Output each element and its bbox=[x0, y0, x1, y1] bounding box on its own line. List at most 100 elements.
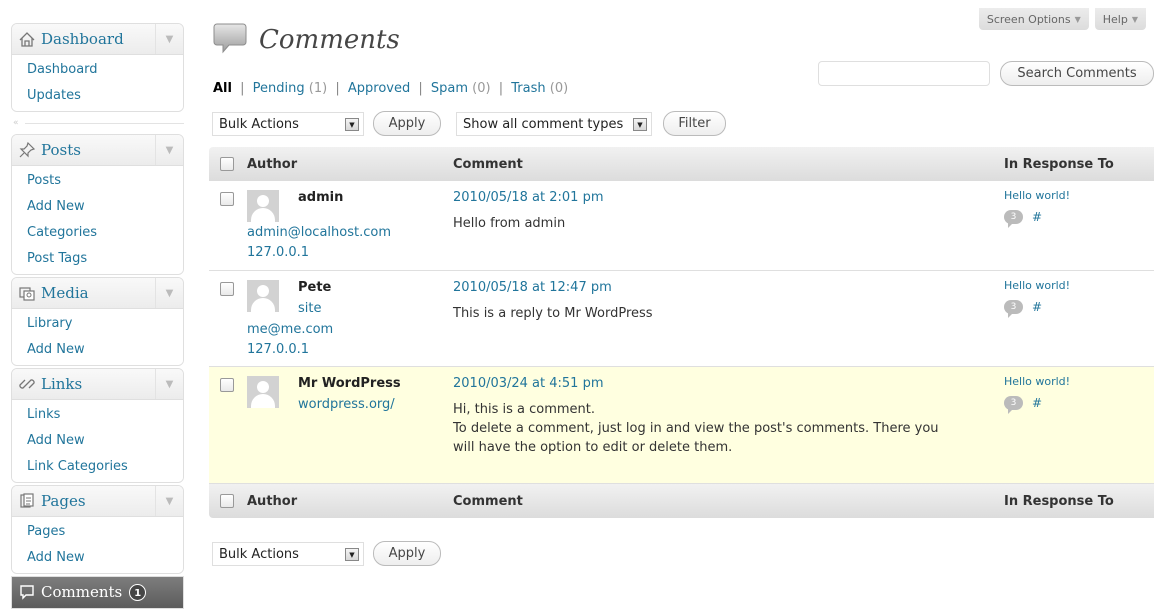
collapse-menu[interactable]: « bbox=[11, 116, 184, 130]
column-author[interactable]: Author bbox=[247, 157, 453, 172]
menu-toggle-arrow[interactable]: ▼ bbox=[155, 369, 183, 399]
author-ip[interactable]: 127.0.0.1 bbox=[247, 243, 453, 263]
comment-date-link[interactable]: 2010/03/24 at 4:51 pm bbox=[453, 374, 984, 394]
submenu-item-updates[interactable]: Updates bbox=[12, 83, 183, 109]
menu-toggle-arrow[interactable]: ▼ bbox=[155, 278, 183, 308]
author-cell: Mr WordPress wordpress.org/ bbox=[247, 367, 453, 483]
comment-count-bubble-icon[interactable]: 3 bbox=[1004, 300, 1023, 318]
column-response[interactable]: In Response To bbox=[1004, 494, 1154, 509]
submenu-item-links[interactable]: Links bbox=[12, 402, 183, 428]
filter-spam[interactable]: Spam bbox=[431, 81, 468, 96]
menu-group-media: Media ▼ Library Add New bbox=[11, 277, 184, 366]
post-title-link[interactable]: Hello world! bbox=[1004, 374, 1154, 390]
dropdown-arrow-icon: ▼ bbox=[345, 548, 359, 561]
submenu-item-add-new-post[interactable]: Add New bbox=[12, 194, 183, 220]
menu-toggle-arrow[interactable]: ▼ bbox=[155, 135, 183, 165]
select-all-checkbox-footer[interactable] bbox=[220, 494, 234, 508]
comment-type-select[interactable]: Show all comment types ▼ bbox=[456, 112, 652, 136]
menu-head-posts[interactable]: Posts ▼ bbox=[12, 135, 183, 166]
row-checkbox[interactable] bbox=[220, 282, 234, 296]
menu-label-dashboard: Dashboard bbox=[41, 30, 124, 48]
submenu-item-library[interactable]: Library bbox=[12, 311, 183, 337]
comment-date-link[interactable]: 2010/05/18 at 12:47 pm bbox=[453, 278, 984, 298]
column-response[interactable]: In Response To bbox=[1004, 157, 1154, 172]
help-tab[interactable]: Help ▼ bbox=[1094, 8, 1146, 30]
filter-approved[interactable]: Approved bbox=[348, 81, 410, 96]
pushpin-icon bbox=[18, 141, 36, 159]
menu-head-links[interactable]: Links ▼ bbox=[12, 369, 183, 400]
submenu-item-link-categories[interactable]: Link Categories bbox=[12, 454, 183, 480]
submenu-item-pages[interactable]: Pages bbox=[12, 519, 183, 545]
bulk-actions-select-bottom[interactable]: Bulk Actions ▼ bbox=[212, 542, 364, 566]
row-checkbox[interactable] bbox=[220, 192, 234, 206]
table-row-unapproved: Mr WordPress wordpress.org/ 2010/03/24 a… bbox=[209, 367, 1154, 484]
comment-type-value: Show all comment types bbox=[463, 116, 624, 132]
filter-pending[interactable]: Pending bbox=[253, 81, 305, 96]
author-email[interactable]: me@me.com bbox=[247, 320, 453, 340]
filter-separator: | bbox=[335, 81, 340, 96]
permalink-hash[interactable]: # bbox=[1032, 210, 1042, 224]
menu-label-links: Links bbox=[41, 375, 83, 393]
submenu-item-categories[interactable]: Categories bbox=[12, 220, 183, 246]
submenu-links: Links Add New Link Categories bbox=[12, 400, 183, 482]
screen-options-tab[interactable]: Screen Options ▼ bbox=[978, 8, 1089, 30]
submenu-item-posts[interactable]: Posts bbox=[12, 168, 183, 194]
submenu-item-add-new-page[interactable]: Add New bbox=[12, 545, 183, 571]
search-input[interactable] bbox=[818, 61, 990, 86]
chevron-down-icon: ▼ bbox=[1074, 14, 1081, 24]
row-check-cell bbox=[209, 271, 247, 366]
menu-group-posts: Posts ▼ Posts Add New Categories Post Ta… bbox=[11, 134, 184, 275]
response-cell: Hello world! 3 # bbox=[1004, 181, 1154, 270]
filter-trash[interactable]: Trash bbox=[511, 81, 545, 96]
dropdown-arrow-icon: ▼ bbox=[345, 118, 359, 131]
filter-all[interactable]: All bbox=[213, 81, 232, 96]
help-label: Help bbox=[1102, 12, 1128, 26]
menu-toggle-arrow[interactable]: ▼ bbox=[155, 24, 183, 54]
author-site-link[interactable]: site bbox=[298, 298, 453, 320]
menu-head-pages[interactable]: Pages ▼ bbox=[12, 486, 183, 517]
post-title-link[interactable]: Hello world! bbox=[1004, 278, 1154, 294]
post-title-link[interactable]: Hello world! bbox=[1004, 188, 1154, 204]
comment-date-link[interactable]: 2010/05/18 at 2:01 pm bbox=[453, 188, 984, 208]
author-site-link[interactable]: wordpress.org/ bbox=[298, 394, 453, 416]
dropdown-arrow-icon: ▼ bbox=[633, 118, 647, 131]
comment-cell: 2010/03/24 at 4:51 pm Hi, this is a comm… bbox=[453, 367, 1004, 483]
menu-label-comments: Comments bbox=[41, 583, 123, 601]
submenu-item-add-new-media[interactable]: Add New bbox=[12, 337, 183, 363]
submenu-item-post-tags[interactable]: Post Tags bbox=[12, 246, 183, 272]
select-all-checkbox[interactable] bbox=[220, 157, 234, 171]
apply-button-top[interactable]: Apply bbox=[373, 111, 441, 136]
comment-text-line: To delete a comment, just log in and vie… bbox=[453, 421, 939, 436]
search-comments-button[interactable]: Search Comments bbox=[1000, 61, 1154, 86]
row-checkbox[interactable] bbox=[220, 378, 234, 392]
chain-link-icon bbox=[18, 375, 36, 393]
permalink-hash[interactable]: # bbox=[1032, 300, 1042, 314]
response-cell: Hello world! 3 # bbox=[1004, 271, 1154, 366]
permalink-hash[interactable]: # bbox=[1032, 396, 1042, 410]
submenu-item-add-new-link[interactable]: Add New bbox=[12, 428, 183, 454]
page-header: Comments bbox=[213, 21, 400, 59]
author-ip[interactable]: 127.0.0.1 bbox=[247, 340, 453, 360]
column-comment: Comment bbox=[453, 493, 523, 509]
media-icon bbox=[18, 284, 36, 302]
filter-button[interactable]: Filter bbox=[663, 111, 726, 136]
menu-head-dashboard[interactable]: Dashboard ▼ bbox=[12, 24, 183, 55]
submenu-item-dashboard[interactable]: Dashboard bbox=[12, 57, 183, 83]
author-name: Mr WordPress bbox=[298, 376, 401, 391]
pending-count-badge: 1 bbox=[129, 583, 147, 601]
menu-head-media[interactable]: Media ▼ bbox=[12, 278, 183, 309]
column-author[interactable]: Author bbox=[247, 494, 453, 509]
menu-label-posts: Posts bbox=[41, 141, 81, 159]
author-name: admin bbox=[298, 190, 344, 205]
author-email[interactable]: admin@localhost.com bbox=[247, 223, 453, 243]
collapse-icon: « bbox=[13, 118, 19, 128]
apply-button-bottom[interactable]: Apply bbox=[373, 541, 441, 566]
column-comment: Comment bbox=[453, 156, 523, 172]
filter-separator: | bbox=[498, 81, 504, 96]
comment-count-bubble-icon[interactable]: 3 bbox=[1004, 210, 1023, 228]
menu-toggle-arrow[interactable]: ▼ bbox=[155, 486, 183, 516]
bulk-actions-value: Bulk Actions bbox=[219, 546, 299, 562]
menu-label-pages: Pages bbox=[41, 492, 86, 510]
bulk-actions-select-top[interactable]: Bulk Actions ▼ bbox=[212, 112, 364, 136]
comment-count-bubble-icon[interactable]: 3 bbox=[1004, 396, 1023, 414]
